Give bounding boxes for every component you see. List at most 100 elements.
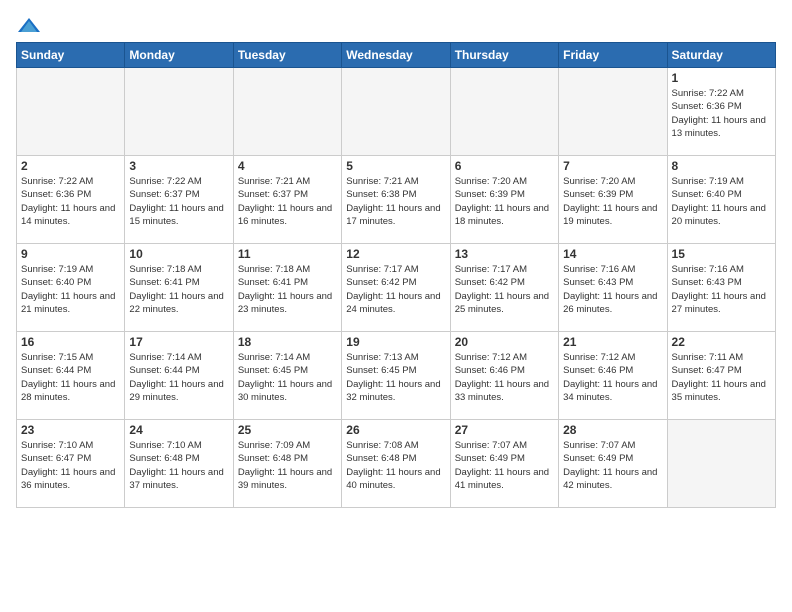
- day-number: 7: [563, 159, 662, 173]
- day-number: 5: [346, 159, 445, 173]
- day-number: 20: [455, 335, 554, 349]
- day-info: Sunrise: 7:19 AMSunset: 6:40 PMDaylight:…: [672, 175, 771, 228]
- calendar-cell: 27 Sunrise: 7:07 AMSunset: 6:49 PMDayligh…: [450, 420, 558, 508]
- calendar-cell: 10 Sunrise: 7:18 AMSunset: 6:41 PMDayligh…: [125, 244, 233, 332]
- calendar-cell: 5 Sunrise: 7:21 AMSunset: 6:38 PMDaylight…: [342, 156, 450, 244]
- calendar-week-row: 23 Sunrise: 7:10 AMSunset: 6:47 PMDayligh…: [17, 420, 776, 508]
- day-info: Sunrise: 7:21 AMSunset: 6:38 PMDaylight:…: [346, 175, 445, 228]
- day-number: 17: [129, 335, 228, 349]
- day-number: 4: [238, 159, 337, 173]
- calendar-cell: [667, 420, 775, 508]
- calendar-cell: [125, 68, 233, 156]
- calendar-cell: 9 Sunrise: 7:19 AMSunset: 6:40 PMDaylight…: [17, 244, 125, 332]
- page-header: [16, 16, 776, 34]
- calendar-cell: 2 Sunrise: 7:22 AMSunset: 6:36 PMDaylight…: [17, 156, 125, 244]
- calendar-cell: 12Sunrise: 7:17 AMSunset: 6:42 PMDayligh…: [342, 244, 450, 332]
- day-info: Sunrise: 7:07 AMSunset: 6:49 PMDaylight:…: [563, 439, 662, 492]
- day-info: Sunrise: 7:21 AMSunset: 6:37 PMDaylight:…: [238, 175, 337, 228]
- calendar-week-row: 1 Sunrise: 7:22 AMSunset: 6:36 PMDaylight…: [17, 68, 776, 156]
- logo: [16, 16, 40, 34]
- day-info: Sunrise: 7:10 AMSunset: 6:47 PMDaylight:…: [21, 439, 120, 492]
- day-number: 22: [672, 335, 771, 349]
- day-number: 21: [563, 335, 662, 349]
- day-info: Sunrise: 7:08 AMSunset: 6:48 PMDaylight:…: [346, 439, 445, 492]
- day-info: Sunrise: 7:22 AMSunset: 6:36 PMDaylight:…: [21, 175, 120, 228]
- day-info: Sunrise: 7:12 AMSunset: 6:46 PMDaylight:…: [455, 351, 554, 404]
- calendar-week-row: 2 Sunrise: 7:22 AMSunset: 6:36 PMDaylight…: [17, 156, 776, 244]
- day-info: Sunrise: 7:17 AMSunset: 6:42 PMDaylight:…: [346, 263, 445, 316]
- day-number: 16: [21, 335, 120, 349]
- calendar-cell: 13Sunrise: 7:17 AMSunset: 6:42 PMDayligh…: [450, 244, 558, 332]
- day-info: Sunrise: 7:10 AMSunset: 6:48 PMDaylight:…: [129, 439, 228, 492]
- day-number: 15: [672, 247, 771, 261]
- logo-icon: [18, 16, 40, 34]
- day-info: Sunrise: 7:11 AMSunset: 6:47 PMDaylight:…: [672, 351, 771, 404]
- calendar-cell: 16 Sunrise: 7:15 AMSunset: 6:44 PMDayligh…: [17, 332, 125, 420]
- day-info: Sunrise: 7:16 AMSunset: 6:43 PMDaylight:…: [563, 263, 662, 316]
- calendar-cell: 23 Sunrise: 7:10 AMSunset: 6:47 PMDayligh…: [17, 420, 125, 508]
- day-number: 1: [672, 71, 771, 85]
- day-info: Sunrise: 7:07 AMSunset: 6:49 PMDaylight:…: [455, 439, 554, 492]
- calendar-table: SundayMondayTuesdayWednesdayThursdayFrid…: [16, 42, 776, 508]
- calendar-cell: 14 Sunrise: 7:16 AMSunset: 6:43 PMDayligh…: [559, 244, 667, 332]
- day-info: Sunrise: 7:09 AMSunset: 6:48 PMDaylight:…: [238, 439, 337, 492]
- calendar-cell: 19 Sunrise: 7:13 AMSunset: 6:45 PMDayligh…: [342, 332, 450, 420]
- day-number: 11: [238, 247, 337, 261]
- day-info: Sunrise: 7:12 AMSunset: 6:46 PMDaylight:…: [563, 351, 662, 404]
- calendar-cell: 8 Sunrise: 7:19 AMSunset: 6:40 PMDaylight…: [667, 156, 775, 244]
- day-info: Sunrise: 7:22 AMSunset: 6:37 PMDaylight:…: [129, 175, 228, 228]
- weekday-header-friday: Friday: [559, 43, 667, 68]
- day-info: Sunrise: 7:13 AMSunset: 6:45 PMDaylight:…: [346, 351, 445, 404]
- day-info: Sunrise: 7:22 AMSunset: 6:36 PMDaylight:…: [672, 87, 771, 140]
- calendar-cell: 1 Sunrise: 7:22 AMSunset: 6:36 PMDaylight…: [667, 68, 775, 156]
- day-number: 2: [21, 159, 120, 173]
- day-info: Sunrise: 7:18 AMSunset: 6:41 PMDaylight:…: [238, 263, 337, 316]
- day-number: 8: [672, 159, 771, 173]
- calendar-cell: 6 Sunrise: 7:20 AMSunset: 6:39 PMDaylight…: [450, 156, 558, 244]
- calendar-cell: 7 Sunrise: 7:20 AMSunset: 6:39 PMDaylight…: [559, 156, 667, 244]
- weekday-header-saturday: Saturday: [667, 43, 775, 68]
- weekday-header-sunday: Sunday: [17, 43, 125, 68]
- weekday-header-thursday: Thursday: [450, 43, 558, 68]
- day-number: 10: [129, 247, 228, 261]
- calendar-cell: 28 Sunrise: 7:07 AMSunset: 6:49 PMDayligh…: [559, 420, 667, 508]
- day-number: 6: [455, 159, 554, 173]
- day-number: 23: [21, 423, 120, 437]
- calendar-cell: [17, 68, 125, 156]
- calendar-cell: 4 Sunrise: 7:21 AMSunset: 6:37 PMDaylight…: [233, 156, 341, 244]
- day-info: Sunrise: 7:19 AMSunset: 6:40 PMDaylight:…: [21, 263, 120, 316]
- calendar-cell: [342, 68, 450, 156]
- day-info: Sunrise: 7:20 AMSunset: 6:39 PMDaylight:…: [563, 175, 662, 228]
- day-info: Sunrise: 7:18 AMSunset: 6:41 PMDaylight:…: [129, 263, 228, 316]
- day-number: 19: [346, 335, 445, 349]
- day-info: Sunrise: 7:14 AMSunset: 6:45 PMDaylight:…: [238, 351, 337, 404]
- weekday-header-wednesday: Wednesday: [342, 43, 450, 68]
- calendar-cell: 20 Sunrise: 7:12 AMSunset: 6:46 PMDayligh…: [450, 332, 558, 420]
- calendar-cell: 3 Sunrise: 7:22 AMSunset: 6:37 PMDaylight…: [125, 156, 233, 244]
- calendar-week-row: 9 Sunrise: 7:19 AMSunset: 6:40 PMDaylight…: [17, 244, 776, 332]
- calendar-cell: 21 Sunrise: 7:12 AMSunset: 6:46 PMDayligh…: [559, 332, 667, 420]
- calendar-cell: 11 Sunrise: 7:18 AMSunset: 6:41 PMDayligh…: [233, 244, 341, 332]
- day-number: 28: [563, 423, 662, 437]
- calendar-cell: 26Sunrise: 7:08 AMSunset: 6:48 PMDayligh…: [342, 420, 450, 508]
- day-number: 3: [129, 159, 228, 173]
- day-number: 9: [21, 247, 120, 261]
- day-number: 18: [238, 335, 337, 349]
- calendar-cell: 25 Sunrise: 7:09 AMSunset: 6:48 PMDayligh…: [233, 420, 341, 508]
- calendar-cell: [450, 68, 558, 156]
- day-info: Sunrise: 7:15 AMSunset: 6:44 PMDaylight:…: [21, 351, 120, 404]
- day-number: 14: [563, 247, 662, 261]
- weekday-header-row: SundayMondayTuesdayWednesdayThursdayFrid…: [17, 43, 776, 68]
- day-info: Sunrise: 7:16 AMSunset: 6:43 PMDaylight:…: [672, 263, 771, 316]
- calendar-week-row: 16 Sunrise: 7:15 AMSunset: 6:44 PMDayligh…: [17, 332, 776, 420]
- calendar-cell: 24 Sunrise: 7:10 AMSunset: 6:48 PMDayligh…: [125, 420, 233, 508]
- calendar-cell: 15 Sunrise: 7:16 AMSunset: 6:43 PMDayligh…: [667, 244, 775, 332]
- day-number: 25: [238, 423, 337, 437]
- day-info: Sunrise: 7:17 AMSunset: 6:42 PMDaylight:…: [455, 263, 554, 316]
- weekday-header-monday: Monday: [125, 43, 233, 68]
- weekday-header-tuesday: Tuesday: [233, 43, 341, 68]
- calendar-cell: [233, 68, 341, 156]
- day-number: 24: [129, 423, 228, 437]
- day-info: Sunrise: 7:20 AMSunset: 6:39 PMDaylight:…: [455, 175, 554, 228]
- day-number: 27: [455, 423, 554, 437]
